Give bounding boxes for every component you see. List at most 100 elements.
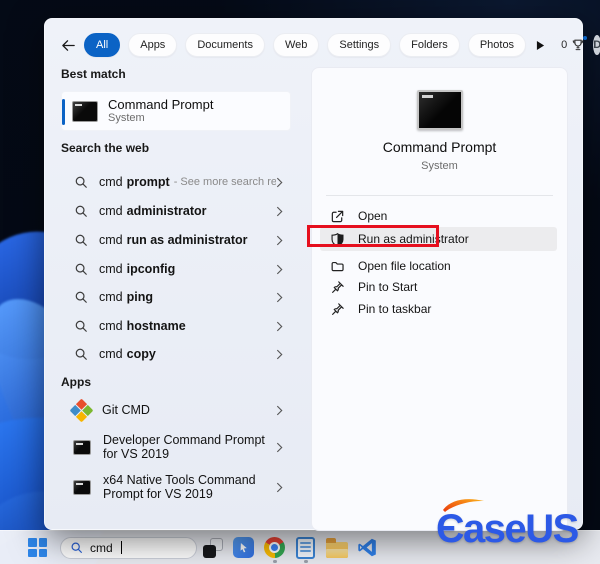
account-avatar[interactable]: D xyxy=(593,35,600,55)
chevron-right-icon[interactable] xyxy=(276,482,291,493)
tab-web[interactable]: Web xyxy=(272,33,320,57)
app-result-dev-cmd-vs2019[interactable]: Developer Command Prompt for VS 2019 xyxy=(61,429,291,465)
rewards-trophy-icon xyxy=(572,39,584,51)
vscode-button[interactable] xyxy=(352,532,383,564)
chevron-right-icon[interactable] xyxy=(276,235,291,246)
suggestion-term: administrator xyxy=(126,204,207,218)
chevron-right-icon[interactable] xyxy=(276,321,291,332)
chrome-icon xyxy=(264,537,285,558)
suggestion-term: hostname xyxy=(126,319,186,333)
tab-photos[interactable]: Photos xyxy=(467,33,527,57)
chevron-right-icon[interactable] xyxy=(276,264,291,275)
shield-icon xyxy=(331,232,344,246)
task-view-icon xyxy=(202,537,223,558)
action-open[interactable]: Open xyxy=(320,206,557,226)
command-prompt-icon xyxy=(73,479,91,495)
suggestion-term: ping xyxy=(126,290,154,304)
command-prompt-icon xyxy=(72,100,98,122)
search-icon xyxy=(74,204,88,218)
open-icon xyxy=(331,210,344,222)
command-prompt-icon xyxy=(73,439,91,455)
action-run-as-administrator[interactable]: Run as administrator xyxy=(307,225,557,251)
action-open-file-location[interactable]: Open file location xyxy=(320,256,557,276)
tab-folders[interactable]: Folders xyxy=(399,33,460,57)
web-section-header: Search the web xyxy=(61,141,150,155)
action-label: Open xyxy=(358,209,388,223)
preview-panel: Command Prompt System Open Run as admini… xyxy=(307,67,568,531)
chevron-right-icon[interactable] xyxy=(276,177,291,188)
web-suggestion[interactable]: cmd prompt - See more search results xyxy=(61,168,291,196)
chrome-button[interactable] xyxy=(259,532,290,564)
suggestion-query: cmd xyxy=(99,290,123,304)
back-arrow-icon xyxy=(62,39,75,51)
action-pin-to-taskbar[interactable]: Pin to taskbar xyxy=(320,299,557,319)
rewards-button[interactable]: 0 xyxy=(561,36,588,52)
play-icon xyxy=(536,40,545,50)
chevron-right-icon[interactable] xyxy=(276,405,291,416)
web-suggestion[interactable]: cmd administrator xyxy=(61,197,291,225)
web-suggestion[interactable]: cmd ipconfig xyxy=(61,255,291,283)
chevron-right-icon[interactable] xyxy=(276,292,291,303)
suggestion-term: run as administrator xyxy=(126,233,248,247)
suggestion-term: ipconfig xyxy=(126,262,176,276)
app-title: Developer Command Prompt for VS 2019 xyxy=(103,433,265,461)
easeus-brand-text: ЄaseUS xyxy=(436,507,579,551)
web-suggestion[interactable]: cmd hostname xyxy=(61,312,291,340)
search-tabbar: All Apps Documents Web Settings Folders … xyxy=(61,32,600,58)
chevron-right-icon[interactable] xyxy=(276,349,291,360)
action-label: Run as administrator xyxy=(358,232,469,246)
search-icon xyxy=(74,290,88,304)
suggestion-extra: - See more search results xyxy=(173,176,276,188)
action-label: Open file location xyxy=(358,259,451,273)
running-indicator xyxy=(272,559,277,563)
running-indicator xyxy=(303,559,308,563)
notepad-button[interactable] xyxy=(290,532,321,564)
app-title: Git CMD xyxy=(102,403,150,417)
text-cursor xyxy=(120,541,122,554)
file-explorer-button[interactable] xyxy=(321,532,352,564)
chevron-right-icon[interactable] xyxy=(276,442,291,453)
tab-settings[interactable]: Settings xyxy=(327,33,392,57)
suggestion-query: cmd xyxy=(99,319,123,333)
git-cmd-icon xyxy=(69,397,94,423)
task-view-button[interactable] xyxy=(197,532,228,564)
web-suggestion[interactable]: cmd ping xyxy=(61,283,291,311)
selection-accent-bar xyxy=(62,99,65,125)
search-icon xyxy=(74,262,88,276)
suggestion-query: cmd xyxy=(99,204,123,218)
app-result-x64-native-cmd-vs2019[interactable]: x64 Native Tools Command Prompt for VS 2… xyxy=(61,469,291,505)
search-input-value: cmd xyxy=(90,540,113,555)
search-icon xyxy=(74,175,88,189)
divider xyxy=(326,195,553,196)
action-pin-to-start[interactable]: Pin to Start xyxy=(320,277,557,297)
pointer-app-icon xyxy=(233,537,254,558)
more-tabs-button[interactable] xyxy=(536,40,545,51)
best-match-result[interactable]: Command Prompt System xyxy=(61,91,291,131)
screen: cmd All Apps Documents Web Settings Fold… xyxy=(0,0,600,564)
suggestion-query: cmd xyxy=(99,262,123,276)
search-icon xyxy=(70,541,83,554)
app-result-git-cmd[interactable]: Git CMD xyxy=(61,396,291,424)
vscode-icon xyxy=(358,538,376,557)
chevron-right-icon[interactable] xyxy=(276,206,291,217)
best-match-subtitle: System xyxy=(108,112,145,124)
search-icon xyxy=(74,319,88,333)
apps-section-header: Apps xyxy=(61,375,91,389)
web-suggestion[interactable]: cmd copy xyxy=(61,340,291,368)
tab-documents[interactable]: Documents xyxy=(185,33,265,57)
app-title: x64 Native Tools Command Prompt for VS 2… xyxy=(103,473,256,501)
action-label: Pin to taskbar xyxy=(358,302,432,316)
folder-icon xyxy=(331,261,344,271)
tab-all[interactable]: All xyxy=(84,33,121,57)
pin-icon xyxy=(332,280,344,293)
taskbar-search-input[interactable]: cmd xyxy=(60,536,197,559)
back-button[interactable] xyxy=(61,35,76,55)
rewards-count: 0 xyxy=(561,39,568,51)
pointer-app-button[interactable] xyxy=(228,532,259,564)
start-button[interactable] xyxy=(28,538,47,557)
suggestion-query: cmd xyxy=(99,175,123,189)
suggestion-term: prompt xyxy=(126,175,170,189)
search-flyout: All Apps Documents Web Settings Folders … xyxy=(44,18,600,531)
tab-apps[interactable]: Apps xyxy=(128,33,178,57)
web-suggestion[interactable]: cmd run as administrator xyxy=(61,226,291,254)
